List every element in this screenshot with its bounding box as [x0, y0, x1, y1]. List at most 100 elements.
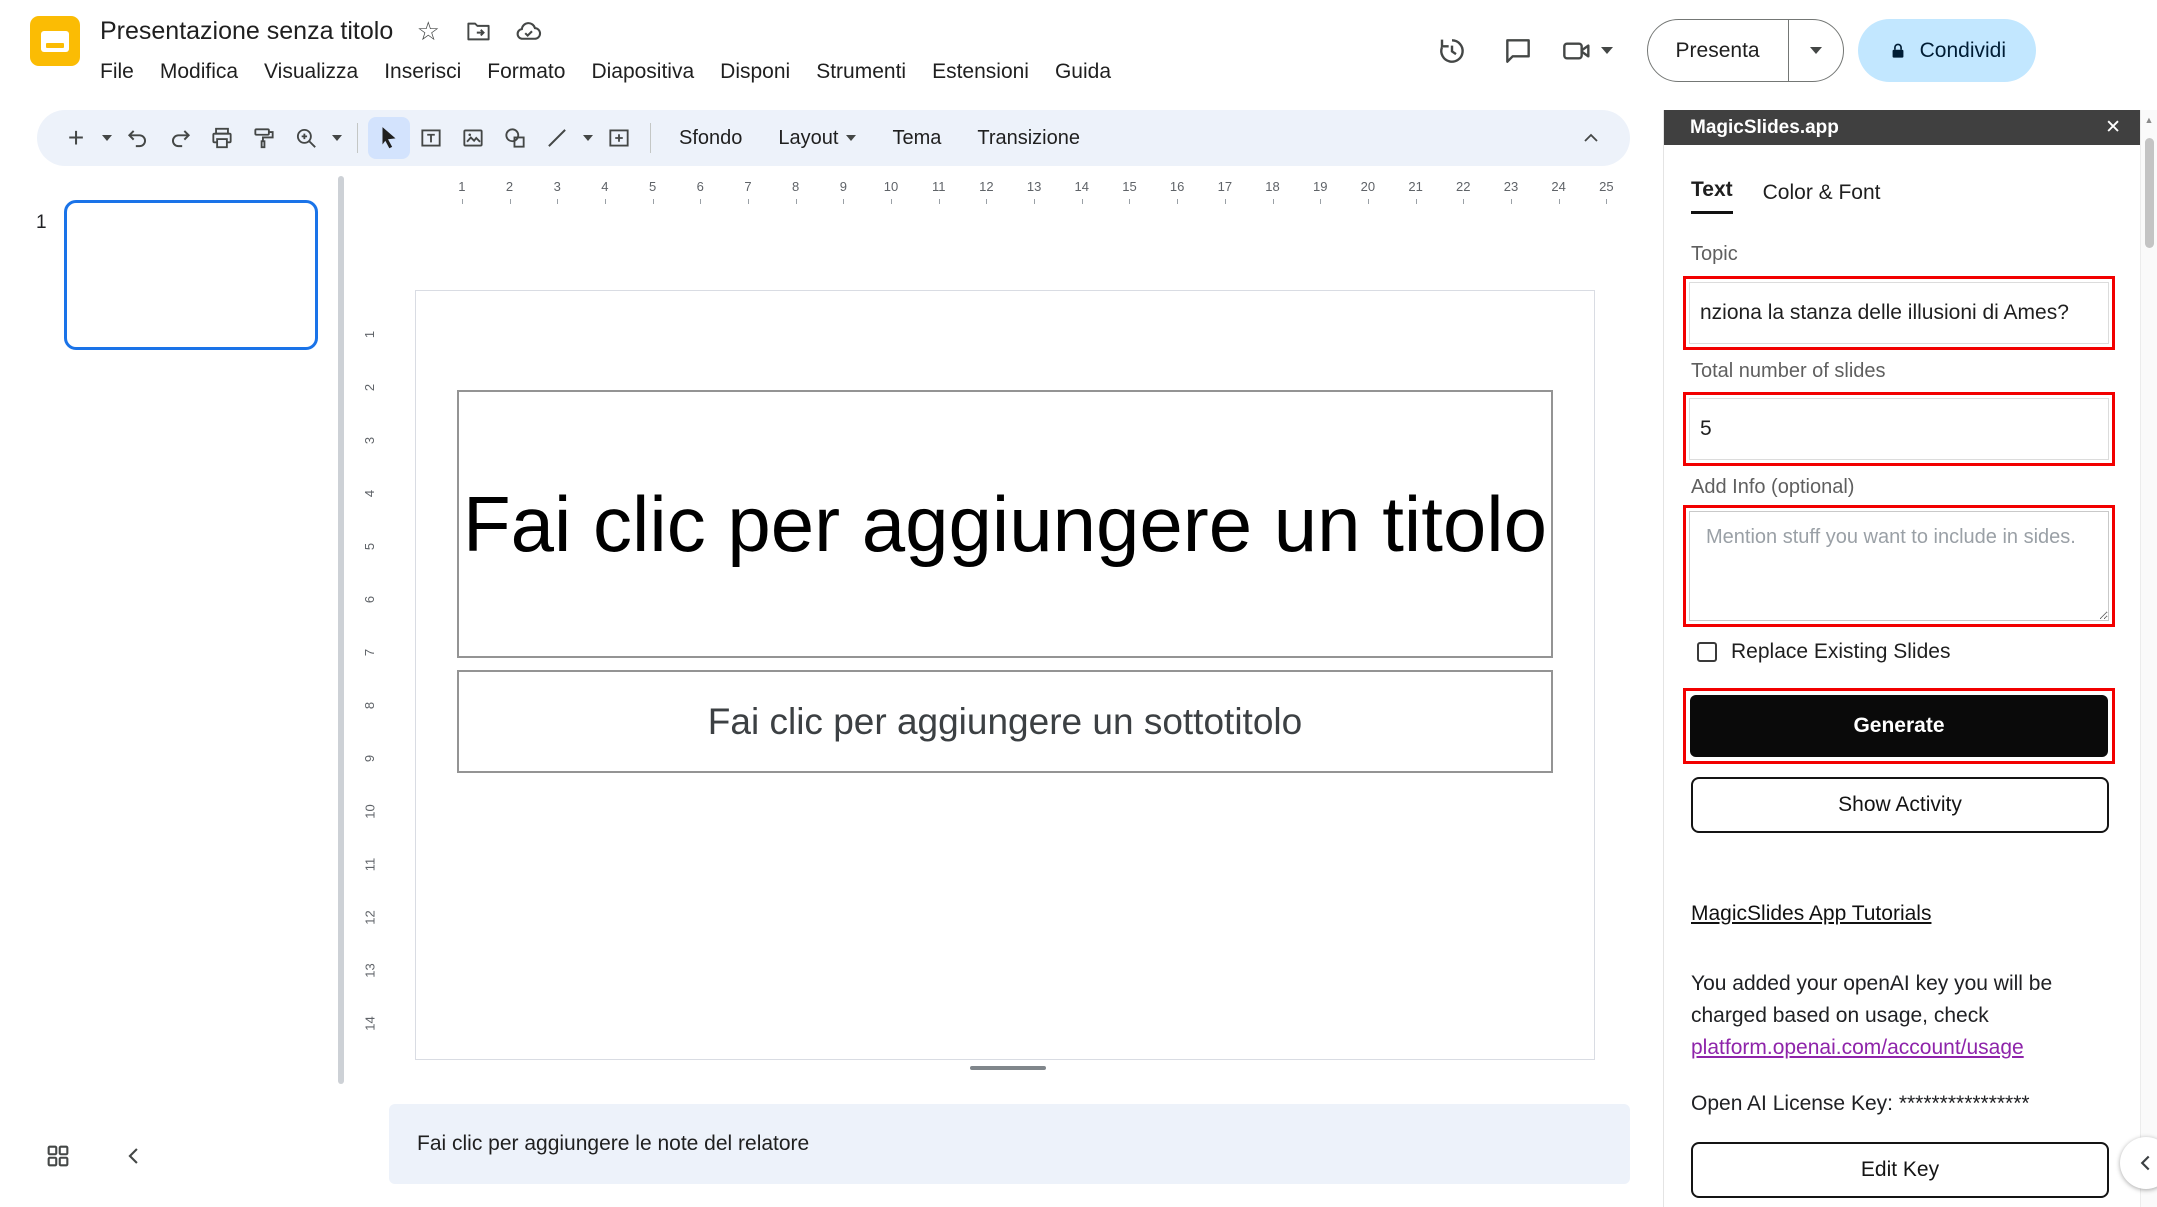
panel-tabs: Text Color & Font	[1691, 178, 1881, 214]
collapse-toolbar-icon[interactable]	[1570, 117, 1612, 159]
topic-annotation-box	[1683, 276, 2115, 350]
add-info-textarea[interactable]	[1689, 511, 2109, 621]
ruler-number: 7	[356, 626, 384, 679]
line-caret-icon[interactable]	[578, 117, 598, 159]
scroll-up-arrow-icon[interactable]: ▲	[2141, 110, 2157, 130]
new-slide-button[interactable]: +	[55, 117, 97, 159]
redo-icon[interactable]	[159, 117, 201, 159]
grid-view-icon[interactable]	[36, 1134, 80, 1178]
replace-slides-checkbox[interactable]	[1697, 642, 1717, 662]
menu-item[interactable]: Strumenti	[803, 53, 919, 91]
menu-item[interactable]: File	[87, 53, 147, 91]
edit-key-button[interactable]: Edit Key	[1691, 1142, 2109, 1198]
present-label: Presenta	[1648, 39, 1788, 63]
slide-thumbnail[interactable]	[64, 200, 318, 350]
scrollbar-thumb[interactable]	[2145, 138, 2154, 248]
print-icon[interactable]	[201, 117, 243, 159]
new-slide-caret-icon[interactable]	[97, 117, 117, 159]
generate-button[interactable]: Generate	[1690, 695, 2108, 757]
app-header: Presentazione senza titolo ☆ FileModific…	[0, 0, 2157, 108]
close-icon[interactable]: ✕	[2105, 118, 2121, 137]
slides-logo-icon[interactable]	[30, 16, 80, 66]
tab-text[interactable]: Text	[1691, 178, 1733, 214]
slide-canvas[interactable]: Fai clic per aggiungere un titolo Fai cl…	[415, 290, 1595, 1060]
paint-format-icon[interactable]	[243, 117, 285, 159]
title-placeholder[interactable]: Fai clic per aggiungere un titolo	[457, 390, 1553, 658]
ruler-number: 7	[724, 178, 772, 204]
ruler-number: 6	[356, 573, 384, 626]
tab-color-font[interactable]: Color & Font	[1763, 181, 1881, 214]
background-button[interactable]: Sfondo	[661, 119, 760, 158]
ruler-number: 16	[1153, 178, 1201, 204]
plus-icon: +	[68, 124, 84, 152]
edit-key-label: Edit Key	[1861, 1158, 1939, 1182]
comments-icon[interactable]	[1495, 28, 1541, 74]
add-info-label: Add Info (optional)	[1691, 476, 1854, 499]
menu-item[interactable]: Visualizza	[251, 53, 371, 91]
move-folder-icon[interactable]	[463, 16, 493, 46]
menu-item[interactable]: Guida	[1042, 53, 1124, 91]
ruler-number: 22	[1439, 178, 1487, 204]
ruler-number: 5	[356, 520, 384, 573]
collapse-filmstrip-icon[interactable]	[112, 1134, 156, 1178]
page-scrollbar[interactable]: ▲	[2140, 110, 2157, 1207]
show-activity-button[interactable]: Show Activity	[1691, 777, 2109, 833]
layout-button[interactable]: Layout	[760, 119, 874, 158]
ruler-horizontal: 1234567891011121314151617181920212223242…	[415, 178, 1630, 204]
share-button[interactable]: Condividi	[1858, 19, 2036, 82]
insert-image-icon[interactable]	[452, 117, 494, 159]
subtitle-placeholder[interactable]: Fai clic per aggiungere un sottotitolo	[457, 670, 1553, 773]
filmstrip-scrollbar[interactable]	[338, 176, 344, 1084]
ruler-number: 20	[1344, 178, 1392, 204]
ruler-number: 4	[356, 467, 384, 520]
text-box-icon[interactable]	[410, 117, 452, 159]
present-dropdown-caret-icon[interactable]	[1789, 19, 1843, 82]
background-label: Sfondo	[679, 127, 742, 150]
insert-placeholder-icon[interactable]	[598, 117, 640, 159]
generate-annotation-box: Generate	[1683, 688, 2115, 764]
insert-shape-icon[interactable]	[494, 117, 536, 159]
transition-button[interactable]: Transizione	[959, 119, 1098, 158]
cloud-status-icon[interactable]	[513, 16, 543, 46]
menu-item[interactable]: Inserisci	[371, 53, 474, 91]
ruler-number: 5	[629, 178, 677, 204]
star-icon[interactable]: ☆	[413, 16, 443, 46]
undo-icon[interactable]	[117, 117, 159, 159]
zoom-caret-icon[interactable]	[327, 117, 347, 159]
select-tool-icon[interactable]	[368, 117, 410, 159]
meet-camera-button[interactable]	[1561, 35, 1613, 67]
ruler-number: 3	[356, 414, 384, 467]
speaker-notes[interactable]: Fai clic per aggiungere le note del rela…	[389, 1104, 1630, 1184]
openai-usage-link[interactable]: platform.openai.com/account/usage	[1691, 1036, 2024, 1059]
api-key-note: You added your openAI key you will be ch…	[1691, 968, 2111, 1064]
menu-item[interactable]: Disponi	[707, 53, 803, 91]
ruler-number: 9	[820, 178, 868, 204]
zoom-icon[interactable]	[285, 117, 327, 159]
notes-resize-handle[interactable]	[970, 1066, 1046, 1070]
menu-item[interactable]: Estensioni	[919, 53, 1042, 91]
ruler-number: 11	[915, 178, 963, 204]
ruler-number: 10	[356, 785, 384, 838]
toolbar: + Sfondo Layout Tema Transizione	[37, 110, 1630, 166]
menu-item[interactable]: Formato	[474, 53, 578, 91]
tutorials-link[interactable]: MagicSlides App Tutorials	[1691, 902, 1931, 926]
ruler-number: 12	[356, 891, 384, 944]
menu-item[interactable]: Diapositiva	[578, 53, 707, 91]
camera-dropdown-caret-icon[interactable]	[1601, 47, 1613, 54]
version-history-icon[interactable]	[1429, 28, 1475, 74]
menu-item[interactable]: Modifica	[147, 53, 251, 91]
title-placeholder-text: Fai clic per aggiungere un titolo	[463, 473, 1547, 576]
present-button[interactable]: Presenta	[1647, 19, 1844, 82]
topic-input[interactable]	[1689, 282, 2109, 344]
slides-count-input[interactable]	[1689, 398, 2109, 460]
theme-button[interactable]: Tema	[874, 119, 959, 158]
panel-title: MagicSlides.app	[1690, 117, 1839, 139]
ruler-number: 25	[1583, 178, 1631, 204]
replace-slides-option[interactable]: Replace Existing Slides	[1697, 640, 1950, 664]
ruler-number: 4	[581, 178, 629, 204]
document-title[interactable]: Presentazione senza titolo	[100, 17, 393, 46]
slides-count-annotation-box	[1683, 392, 2115, 466]
ruler-number: 2	[356, 361, 384, 414]
subtitle-placeholder-text: Fai clic per aggiungere un sottotitolo	[708, 701, 1302, 743]
insert-line-icon[interactable]	[536, 117, 578, 159]
